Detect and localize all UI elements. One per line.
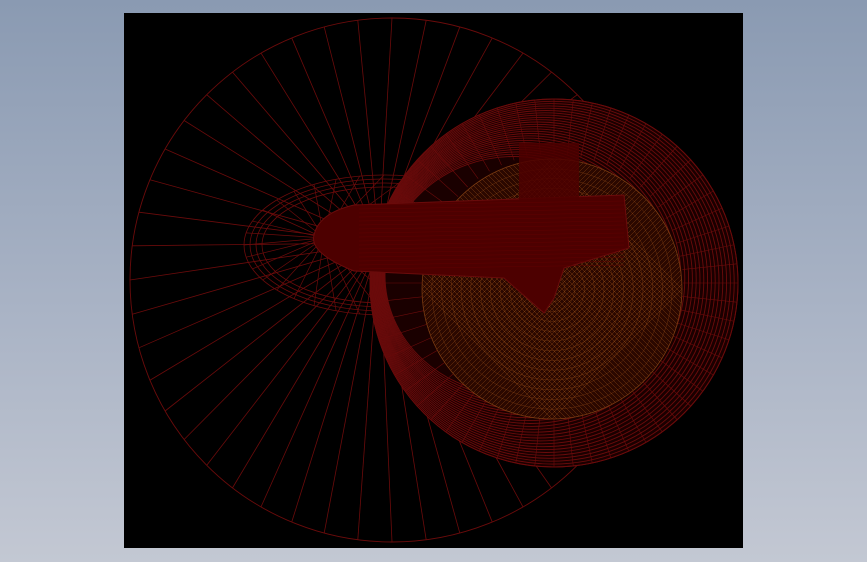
disc-spoke xyxy=(183,242,380,440)
disc-spoke xyxy=(232,242,380,489)
disc-spoke xyxy=(260,242,380,508)
disc-spoke xyxy=(291,242,380,523)
disc-spoke xyxy=(206,242,380,466)
cad-window: { "viewport": { "background": "#000000",… xyxy=(0,0,867,562)
wireframe-model[interactable] xyxy=(124,13,743,548)
3d-model-viewport[interactable] xyxy=(124,13,743,548)
shaft-upper-block xyxy=(519,143,579,233)
cone-spoke xyxy=(246,237,325,258)
